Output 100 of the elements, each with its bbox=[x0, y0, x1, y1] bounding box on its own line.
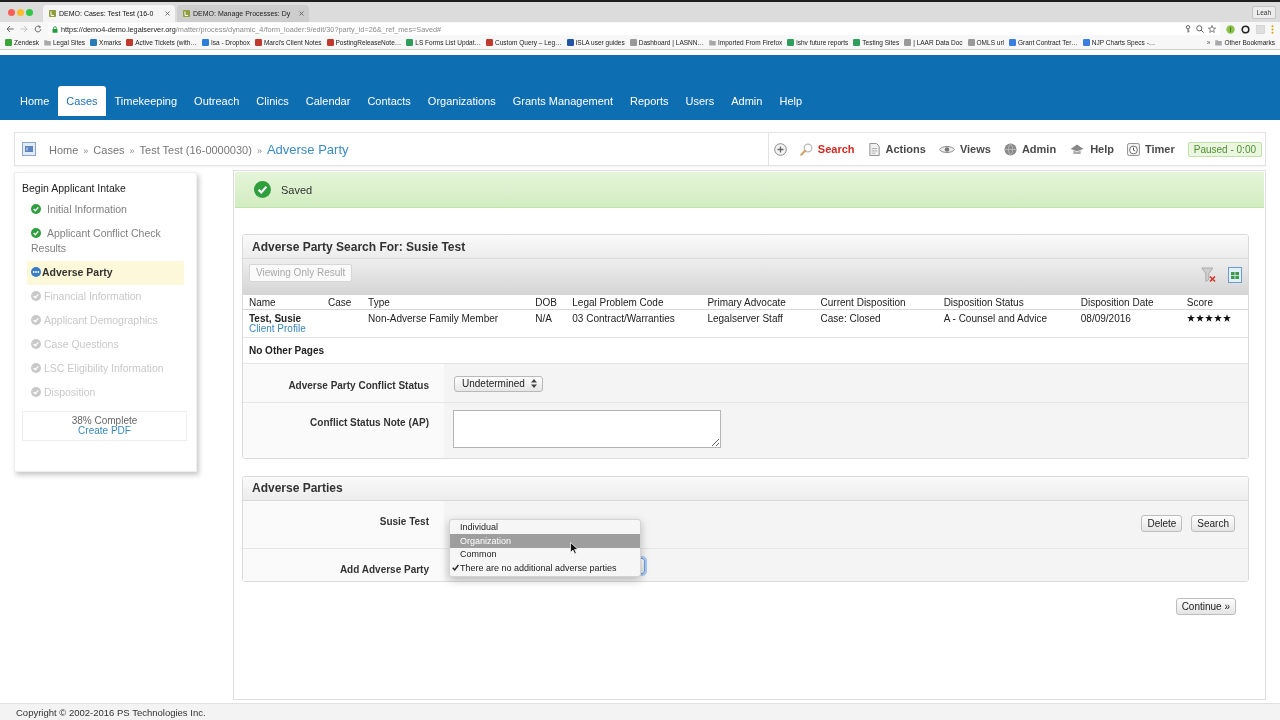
nav-tab[interactable]: Outreach bbox=[185, 86, 248, 116]
plus-circle-icon[interactable] bbox=[773, 142, 787, 156]
menu-option[interactable]: There are no additional adverse parties bbox=[450, 561, 640, 575]
breadcrumb-link[interactable]: Test Test (16-0000030) bbox=[139, 143, 252, 156]
copyright-text: Copyright © 2002-2016 PS Technologies Inc. bbox=[16, 706, 206, 718]
nav-tab[interactable]: Organizations bbox=[419, 86, 505, 116]
step-link[interactable]: Applicant Conflict Check Results bbox=[27, 222, 184, 261]
column-header: DOB bbox=[535, 297, 557, 308]
reload-icon[interactable] bbox=[34, 25, 42, 33]
toolbar-button[interactable]: Timer bbox=[1126, 142, 1175, 156]
note-textarea[interactable] bbox=[453, 409, 721, 448]
check-circle-icon bbox=[31, 363, 41, 373]
extension-icon[interactable] bbox=[1226, 24, 1235, 34]
close-window-icon[interactable] bbox=[8, 8, 15, 16]
nav-tab[interactable]: Cases bbox=[57, 86, 107, 116]
close-icon[interactable] bbox=[165, 11, 170, 16]
timer-status: Paused - 0:00 bbox=[1187, 141, 1262, 157]
menu-icon[interactable] bbox=[1271, 24, 1274, 34]
section-header: Adverse Parties bbox=[243, 476, 1248, 501]
select-field[interactable]: Undetermined bbox=[454, 375, 543, 392]
column-header: Case bbox=[328, 297, 352, 308]
step-link[interactable]: Initial Information bbox=[27, 198, 184, 222]
nav-tab[interactable]: Timekeeping bbox=[106, 86, 186, 116]
mouse-pointer-icon bbox=[570, 541, 578, 554]
nav-tab[interactable]: Grants Management bbox=[504, 86, 622, 116]
field-label: Conflict Status Note (AP) bbox=[310, 416, 429, 428]
breadcrumb-link[interactable]: Home bbox=[49, 143, 79, 156]
globe-icon bbox=[1003, 142, 1017, 156]
toolbar-button[interactable]: Help bbox=[1069, 143, 1114, 155]
back-arrow-icon[interactable] bbox=[6, 25, 14, 33]
clock-icon bbox=[1126, 142, 1140, 156]
check-circle-icon bbox=[31, 387, 41, 397]
check-circle-icon bbox=[31, 228, 41, 238]
nav-tab[interactable]: Home bbox=[11, 86, 58, 116]
column-header: Legal Problem Code bbox=[572, 297, 664, 308]
column-header: Current Disposition bbox=[820, 297, 906, 308]
step-link[interactable]: Adverse Party bbox=[27, 261, 184, 285]
section-header: Adverse Party Search For: Susie Test bbox=[243, 235, 1248, 259]
create-pdf-link[interactable]: Create PDF bbox=[78, 426, 131, 436]
nav-tab[interactable]: Users bbox=[677, 86, 723, 116]
row-action-button[interactable]: Search bbox=[1191, 514, 1235, 532]
column-header: Name bbox=[249, 297, 276, 308]
breadcrumb-separator: » bbox=[83, 145, 89, 156]
pager-text: No Other Pages bbox=[249, 345, 325, 356]
breadcrumb-link[interactable]: Cases bbox=[93, 143, 125, 156]
toolbar-button[interactable]: Views bbox=[938, 143, 991, 155]
check-circle-icon bbox=[31, 291, 41, 301]
graduation-cap-icon bbox=[1069, 143, 1086, 155]
spreadsheet-icon[interactable] bbox=[1228, 267, 1242, 283]
panel-icon[interactable] bbox=[22, 142, 36, 156]
nav-tab[interactable]: Admin bbox=[722, 86, 771, 116]
client-profile-link[interactable]: Client Profile bbox=[249, 324, 329, 334]
dots-circle-icon bbox=[31, 267, 41, 277]
zoom-icon[interactable] bbox=[1196, 25, 1204, 33]
filter-clear-icon[interactable] bbox=[1201, 267, 1216, 283]
breadcrumb-separator: » bbox=[256, 145, 262, 156]
row-action-button[interactable]: Delete bbox=[1141, 514, 1183, 532]
nav-tab[interactable]: Clinics bbox=[247, 86, 298, 116]
document-icon bbox=[867, 142, 881, 156]
breadcrumb-separator: » bbox=[129, 145, 135, 156]
folder-icon bbox=[708, 39, 716, 46]
column-header: Primary Advocate bbox=[707, 297, 786, 308]
field-label: Adverse Party Conflict Status bbox=[288, 380, 429, 391]
sidebar-title: Begin Applicant Intake bbox=[22, 182, 126, 194]
column-header: Type bbox=[368, 297, 390, 308]
toolbar-button[interactable]: Admin bbox=[1003, 142, 1057, 156]
table-cell: Non-Adverse Family Member bbox=[368, 313, 499, 324]
field-label: Susie Test bbox=[379, 515, 429, 527]
table-cell: Case: Closed bbox=[820, 313, 881, 324]
star-outline-icon[interactable] bbox=[1208, 25, 1216, 33]
check-circle-icon bbox=[31, 315, 41, 325]
continue-button[interactable]: Continue » bbox=[1175, 597, 1236, 615]
site-logo-icon bbox=[183, 10, 190, 17]
nav-tab[interactable]: Reports bbox=[621, 86, 677, 116]
table-cell: 08/09/2016 bbox=[1080, 313, 1131, 324]
updown-arrow-icon bbox=[530, 379, 537, 388]
column-header: Score bbox=[1186, 297, 1213, 308]
breadcrumb-current: Adverse Party bbox=[266, 141, 349, 157]
toolbar-button[interactable]: Search bbox=[799, 142, 855, 156]
menu-option[interactable]: Common bbox=[450, 547, 640, 561]
search-icon bbox=[799, 142, 813, 156]
eye-icon bbox=[938, 143, 955, 155]
folder-icon bbox=[1215, 39, 1223, 46]
progress-text: 38% Complete bbox=[71, 416, 138, 426]
folder-icon bbox=[43, 39, 51, 46]
column-header: Disposition Date bbox=[1080, 297, 1154, 308]
nav-tab[interactable]: Help bbox=[770, 86, 811, 116]
lock-icon bbox=[52, 25, 58, 33]
menu-option[interactable]: Individual bbox=[450, 520, 640, 534]
ring-icon[interactable] bbox=[1241, 24, 1250, 34]
table-cell: N/A bbox=[535, 313, 552, 324]
table-cell: A - Counsel and Advice bbox=[943, 313, 1048, 324]
nav-tab[interactable]: Calendar bbox=[297, 86, 359, 116]
table-cell: Legalserver Staff bbox=[707, 313, 783, 324]
key-icon[interactable] bbox=[1184, 25, 1192, 33]
close-icon[interactable] bbox=[299, 11, 304, 16]
nav-tab[interactable]: Contacts bbox=[358, 86, 420, 116]
alert-message: Saved bbox=[281, 183, 313, 196]
table-cell: 03 Contract/Warranties bbox=[572, 313, 675, 324]
toolbar-button[interactable]: Actions bbox=[867, 142, 926, 156]
